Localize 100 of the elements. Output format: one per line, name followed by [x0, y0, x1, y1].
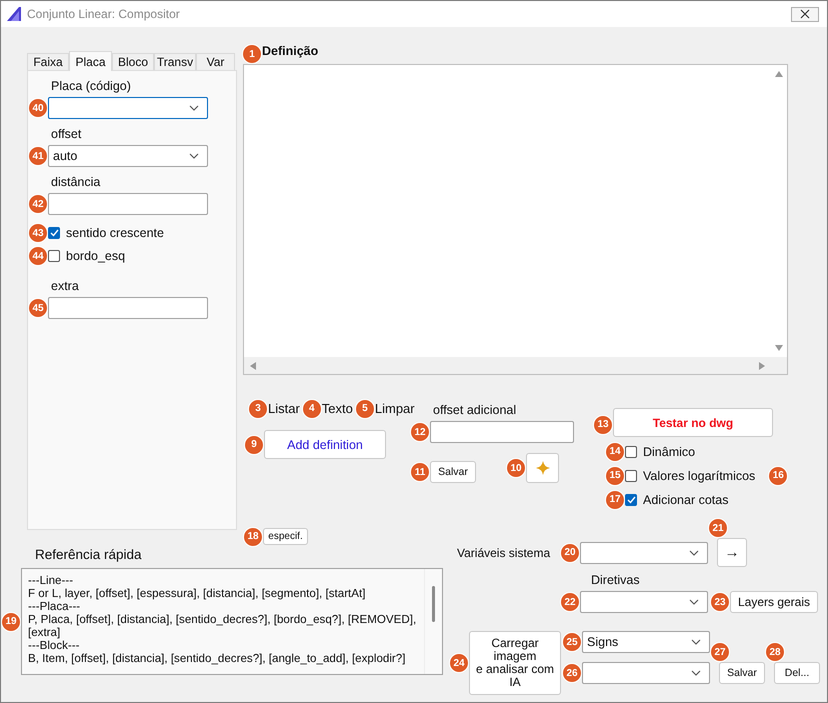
arrow-button[interactable]: → — [717, 538, 747, 567]
checkbox-label: sentido crescente — [66, 226, 164, 240]
input-field[interactable] — [48, 297, 208, 319]
checkbox[interactable] — [625, 470, 637, 482]
sparkle-button[interactable] — [526, 453, 559, 483]
window-title: Conjunto Linear: Compositor — [27, 7, 181, 21]
reference-line: P, Placa, [offset], [distancia], [sentido_decres?], [bordo_esq?], [REMOVED], [extra] — [28, 613, 418, 639]
scrollbar-thumb[interactable] — [432, 586, 435, 622]
number-badge: 12 — [411, 423, 429, 441]
checkbox-label: Dinâmico — [643, 444, 696, 458]
number-badge: 20 — [561, 544, 579, 562]
action-button[interactable]: Listar — [268, 401, 300, 416]
close-icon — [800, 9, 810, 19]
number-badge: 11 — [411, 463, 429, 481]
input-field[interactable] — [430, 421, 574, 443]
reference-line: F or L, layer, [offset], [espessura], [distancia], [segmento], [startAt] — [28, 587, 366, 600]
chevron-down-icon — [189, 105, 199, 111]
number-badge: 9 — [245, 436, 263, 454]
number-badge: 44 — [29, 247, 47, 265]
chevron-down-icon — [189, 153, 199, 159]
field-label: Diretivas — [591, 573, 641, 587]
load-image-button[interactable]: Carregar imagem e analisar com IA — [469, 631, 561, 695]
horizontal-scrollbar[interactable] — [244, 357, 787, 374]
reference-line: ---Placa--- — [28, 600, 82, 613]
test-button[interactable]: Testar no dwg — [613, 408, 773, 437]
number-badge: 18 — [244, 528, 262, 546]
scroll-right-icon — [759, 362, 765, 370]
tab[interactable]: Transv — [154, 53, 196, 70]
save-button[interactable]: Salvar — [719, 662, 765, 684]
dropdown-field[interactable] — [48, 97, 208, 119]
chevron-down-icon — [689, 599, 699, 605]
reference-line: ---Line--- — [28, 574, 74, 587]
save-button[interactable]: Salvar — [430, 461, 476, 483]
field-label: Variáveis sistema — [457, 546, 552, 560]
checkbox[interactable] — [625, 494, 637, 506]
number-badge: 26 — [563, 664, 581, 682]
tab[interactable]: Placa — [69, 51, 112, 71]
chevron-down-icon — [689, 550, 699, 556]
tab[interactable]: Bloco — [112, 53, 154, 70]
number-badge: 23 — [711, 593, 729, 611]
number-badge: 22 — [561, 593, 579, 611]
checkbox-label: Valores logarítmicos — [643, 468, 756, 482]
tab[interactable]: Var — [196, 53, 235, 70]
delete-button[interactable]: Del... — [774, 662, 820, 684]
reference-line: ---Block--- — [28, 639, 81, 652]
reference-line: B, Item, [offset], [distancia], [sentido_decres?], [angle_to_add], [explodir?] — [28, 652, 406, 665]
number-badge: 1 — [243, 45, 261, 63]
number-badge: 17 — [606, 490, 624, 508]
number-badge: 5 — [356, 400, 374, 418]
number-badge: 45 — [29, 299, 47, 317]
close-button[interactable] — [791, 6, 819, 22]
chevron-down-icon — [691, 670, 701, 676]
sparkle-icon — [536, 461, 550, 475]
dropdown-field[interactable]: auto — [48, 145, 208, 167]
number-badge: 14 — [606, 442, 624, 460]
section-title: Definição — [262, 44, 320, 58]
action-button[interactable]: Texto — [322, 401, 353, 416]
number-badge: 21 — [709, 519, 727, 537]
checkbox-label: bordo_esq — [66, 249, 126, 263]
number-badge: 19 — [2, 612, 20, 630]
chevron-down-icon — [691, 639, 701, 645]
number-badge: 28 — [766, 643, 784, 661]
number-badge: 10 — [507, 459, 525, 477]
number-badge: 25 — [563, 633, 581, 651]
scroll-down-icon — [774, 345, 782, 351]
checkbox-label: Adicionar cotas — [643, 492, 728, 506]
scroll-up-icon — [774, 71, 782, 77]
dropdown-field[interactable]: Signs — [582, 631, 710, 653]
add-definition-button[interactable]: Add definition — [264, 430, 386, 459]
field-label: distância — [51, 175, 100, 189]
field-label: Placa (código) — [51, 79, 131, 93]
number-badge: 16 — [769, 466, 788, 484]
field-label: extra — [51, 279, 79, 293]
number-badge: 41 — [29, 147, 47, 165]
number-badge: 40 — [29, 99, 47, 117]
section-title: Referência rápida — [35, 547, 143, 562]
number-badge: 43 — [29, 224, 47, 242]
number-badge: 24 — [450, 654, 468, 672]
spec-button[interactable]: especif. — [263, 528, 308, 545]
checkbox[interactable] — [48, 250, 60, 262]
tab[interactable]: Faixa — [27, 53, 69, 70]
input-field[interactable] — [48, 193, 208, 215]
field-label: offset — [51, 127, 82, 141]
checkbox[interactable] — [48, 227, 60, 239]
dropdown-field[interactable] — [580, 591, 708, 613]
checkbox[interactable] — [625, 446, 637, 458]
layers-button[interactable]: Layers gerais — [730, 591, 818, 613]
field-label: offset adicional — [433, 403, 516, 417]
number-badge: 15 — [606, 466, 624, 484]
scroll-left-icon — [250, 362, 256, 370]
number-badge: 4 — [302, 400, 321, 418]
dropdown-field[interactable] — [582, 662, 710, 684]
number-badge: 27 — [711, 643, 729, 661]
number-badge: 42 — [29, 195, 47, 213]
app-logo-icon — [6, 6, 22, 22]
dropdown-field[interactable] — [580, 542, 708, 564]
number-badge: 3 — [249, 400, 267, 418]
number-badge: 13 — [594, 416, 612, 434]
action-button[interactable]: Limpar — [374, 401, 415, 416]
reference-text-box[interactable] — [21, 568, 443, 675]
